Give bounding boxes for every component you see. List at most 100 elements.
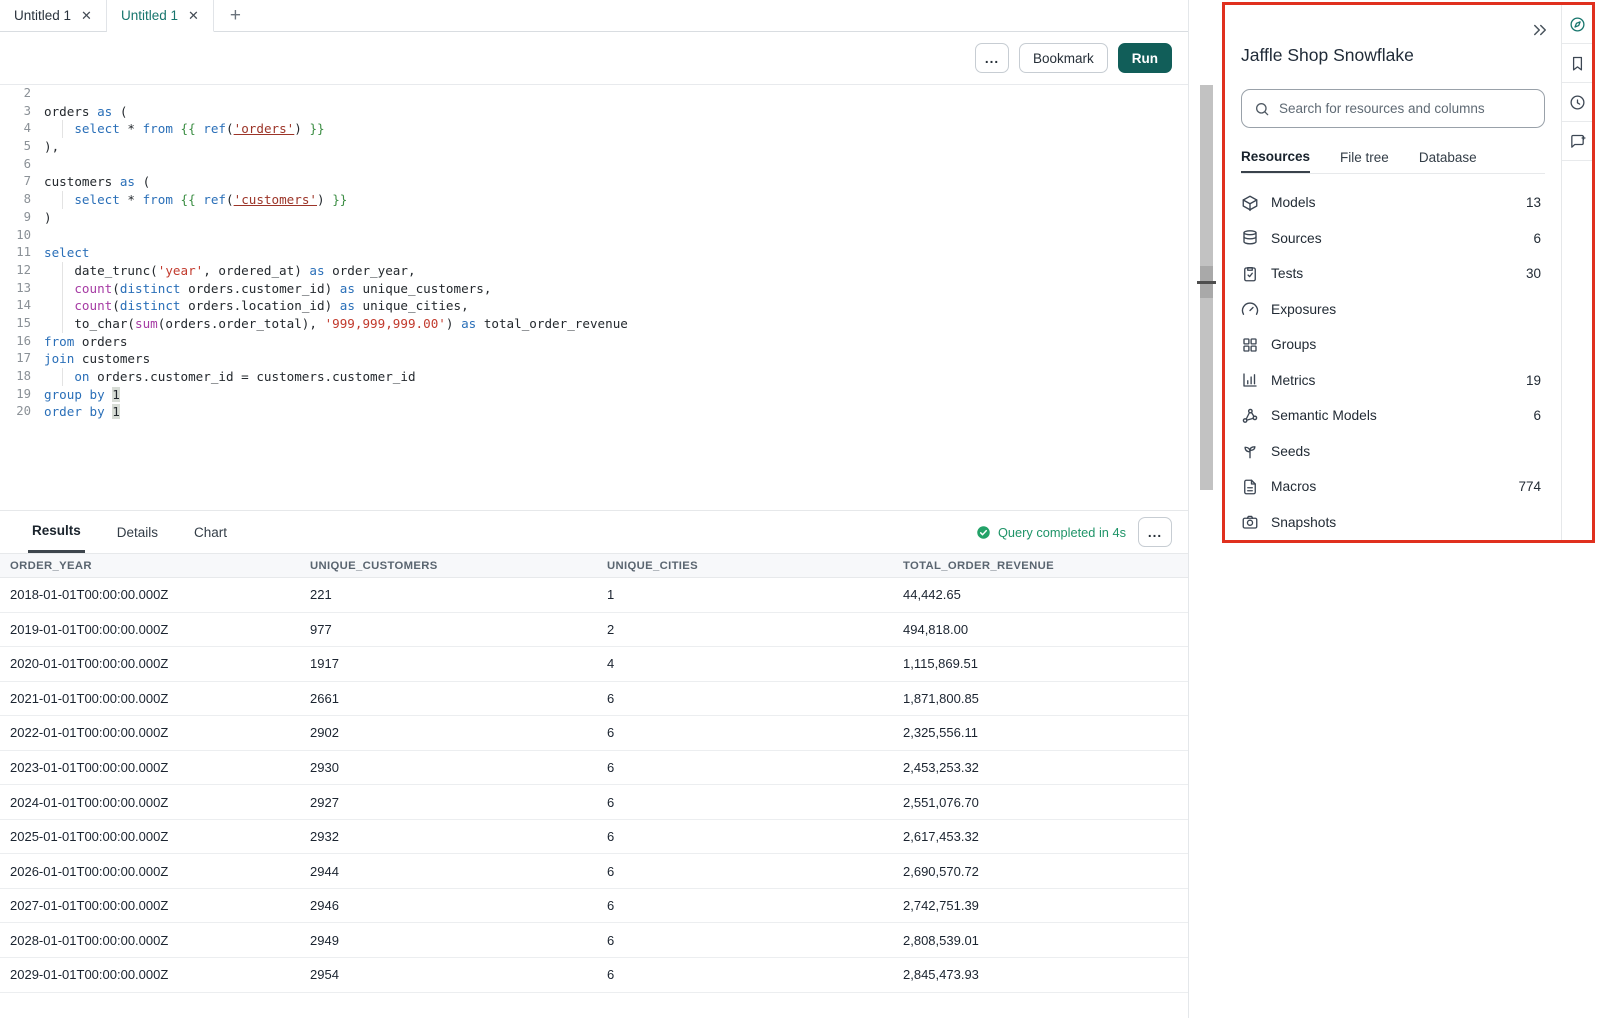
resource-item-metrics[interactable]: Metrics19 [1225, 363, 1561, 399]
grid-icon [1241, 336, 1259, 354]
resource-item-sources[interactable]: Sources 6 [1225, 221, 1561, 257]
resource-count: 6 [1533, 231, 1541, 246]
resource-item-macros[interactable]: Macros774 [1225, 469, 1561, 505]
code-line-13[interactable]: 13 count(distinct orders.customer_id) as… [0, 280, 1188, 298]
bookmark-icon[interactable] [1562, 44, 1592, 83]
editor-scrollbar[interactable] [1200, 85, 1213, 490]
resource-item-seeds[interactable]: Seeds [1225, 434, 1561, 470]
sql-editor[interactable]: 23orders as (4 select * from {{ ref('ord… [0, 85, 1188, 505]
column-header-unique_cities[interactable]: UNIQUE_CITIES [597, 560, 893, 572]
close-icon[interactable]: ✕ [81, 8, 92, 24]
resource-item-groups[interactable]: Groups [1225, 327, 1561, 363]
code-line-8[interactable]: 8 select * from {{ ref('customers') }} [0, 191, 1188, 209]
resource-label: Tests [1271, 266, 1303, 281]
code-line-2[interactable]: 2 [0, 85, 1188, 103]
code-line-19[interactable]: 19group by 1 [0, 386, 1188, 404]
tab-results[interactable]: Results [28, 511, 85, 553]
table-row: 2028-01-01T00:00:00.000Z294962,808,539.0… [0, 923, 1188, 958]
column-header-order_year[interactable]: ORDER_YEAR [0, 560, 300, 572]
close-icon[interactable]: ✕ [188, 8, 199, 24]
table-cell: 6 [597, 760, 893, 775]
search-icon [1254, 101, 1270, 117]
code-line-10[interactable]: 10 [0, 227, 1188, 245]
code-text: count(distinct orders.customer_id) as un… [44, 280, 491, 298]
column-header-unique_customers[interactable]: UNIQUE_CUSTOMERS [300, 560, 597, 572]
bookmark-button[interactable]: Bookmark [1019, 43, 1108, 73]
table-row: 2019-01-01T00:00:00.000Z9772494,818.00 [0, 613, 1188, 648]
resource-item-snapshots[interactable]: Snapshots [1225, 505, 1561, 541]
column-header-total_order_revenue[interactable]: TOTAL_ORDER_REVENUE [893, 560, 1188, 572]
code-line-4[interactable]: 4 select * from {{ ref('orders') }} [0, 120, 1188, 138]
table-cell: 6 [597, 967, 893, 982]
code-line-6[interactable]: 6 [0, 156, 1188, 174]
code-line-15[interactable]: 15 to_char(sum(orders.order_total), '999… [0, 315, 1188, 333]
code-line-9[interactable]: 9) [0, 209, 1188, 227]
results-more-button[interactable]: ... [1138, 517, 1172, 547]
code-line-7[interactable]: 7customers as ( [0, 173, 1188, 191]
code-text: join customers [44, 350, 150, 368]
code-text: count(distinct orders.location_id) as un… [44, 297, 469, 315]
table-row: 2022-01-01T00:00:00.000Z290262,325,556.1… [0, 716, 1188, 751]
editor-tab-1[interactable]: Untitled 1 ✕ [0, 0, 107, 32]
code-line-16[interactable]: 16from orders [0, 333, 1188, 351]
indent-guide [62, 191, 63, 209]
pane-resize-handle[interactable] [1197, 281, 1216, 284]
table-row: 2020-01-01T00:00:00.000Z191741,115,869.5… [0, 647, 1188, 682]
indent-guide [62, 280, 63, 298]
more-options-button[interactable]: ... [975, 43, 1009, 73]
code-line-20[interactable]: 20order by 1 [0, 403, 1188, 421]
compass-icon[interactable] [1562, 5, 1592, 44]
resource-label: Metrics [1271, 373, 1315, 388]
resource-item-tests[interactable]: Tests30 [1225, 256, 1561, 292]
tab-file-tree[interactable]: File tree [1340, 141, 1389, 173]
table-cell: 6 [597, 864, 893, 879]
table-cell: 4 [597, 656, 893, 671]
table-cell: 2954 [300, 967, 597, 982]
indent-guide [62, 297, 63, 315]
table-row: 2023-01-01T00:00:00.000Z293062,453,253.3… [0, 751, 1188, 786]
table-row: 2021-01-01T00:00:00.000Z266161,871,800.8… [0, 682, 1188, 717]
message-plus-icon[interactable] [1562, 122, 1592, 161]
line-number: 17 [0, 350, 44, 368]
tab-details[interactable]: Details [113, 511, 162, 553]
editor-tab-2[interactable]: Untitled 1 ✕ [107, 0, 214, 32]
table-cell: 2946 [300, 898, 597, 913]
resource-item-models[interactable]: Models13 [1225, 185, 1561, 221]
code-line-3[interactable]: 3orders as ( [0, 103, 1188, 121]
code-text: select * from {{ ref('orders') }} [44, 120, 325, 138]
resource-label: Semantic Models [1271, 408, 1377, 423]
table-cell: 2019-01-01T00:00:00.000Z [0, 622, 300, 637]
table-cell: 2,808,539.01 [893, 933, 1188, 948]
line-number: 10 [0, 227, 44, 245]
table-cell: 2027-01-01T00:00:00.000Z [0, 898, 300, 913]
code-line-14[interactable]: 14 count(distinct orders.location_id) as… [0, 297, 1188, 315]
resource-item-semantic-models[interactable]: Semantic Models6 [1225, 398, 1561, 434]
line-number: 15 [0, 315, 44, 333]
code-line-12[interactable]: 12 date_trunc('year', ordered_at) as ord… [0, 262, 1188, 280]
line-number: 7 [0, 173, 44, 191]
new-tab-button[interactable]: + [214, 6, 257, 25]
table-row: 2026-01-01T00:00:00.000Z294462,690,570.7… [0, 854, 1188, 889]
run-button[interactable]: Run [1118, 43, 1172, 73]
code-line-11[interactable]: 11select [0, 244, 1188, 262]
resource-label: Sources [1271, 231, 1322, 246]
tab-resources[interactable]: Resources [1241, 141, 1310, 173]
tab-database[interactable]: Database [1419, 141, 1477, 173]
table-cell: 2,325,556.11 [893, 725, 1188, 740]
code-text: on orders.customer_id = customers.custom… [44, 368, 416, 386]
line-number: 13 [0, 280, 44, 298]
table-cell: 2,742,751.39 [893, 898, 1188, 913]
table-cell: 2020-01-01T00:00:00.000Z [0, 656, 300, 671]
table-row: 2018-01-01T00:00:00.000Z221144,442.65 [0, 578, 1188, 613]
tab-chart[interactable]: Chart [190, 511, 231, 553]
code-line-18[interactable]: 18 on orders.customer_id = customers.cus… [0, 368, 1188, 386]
chevrons-right-icon[interactable] [1531, 21, 1549, 39]
results-tab-bar: Results Details Chart Query completed in… [0, 510, 1188, 553]
resource-item-exposures[interactable]: Exposures [1225, 292, 1561, 328]
code-line-5[interactable]: 5), [0, 138, 1188, 156]
query-status-text: Query completed in 4s [998, 525, 1126, 540]
search-box[interactable] [1241, 89, 1545, 128]
code-line-17[interactable]: 17join customers [0, 350, 1188, 368]
search-input[interactable] [1279, 101, 1532, 116]
history-icon[interactable] [1562, 83, 1592, 122]
